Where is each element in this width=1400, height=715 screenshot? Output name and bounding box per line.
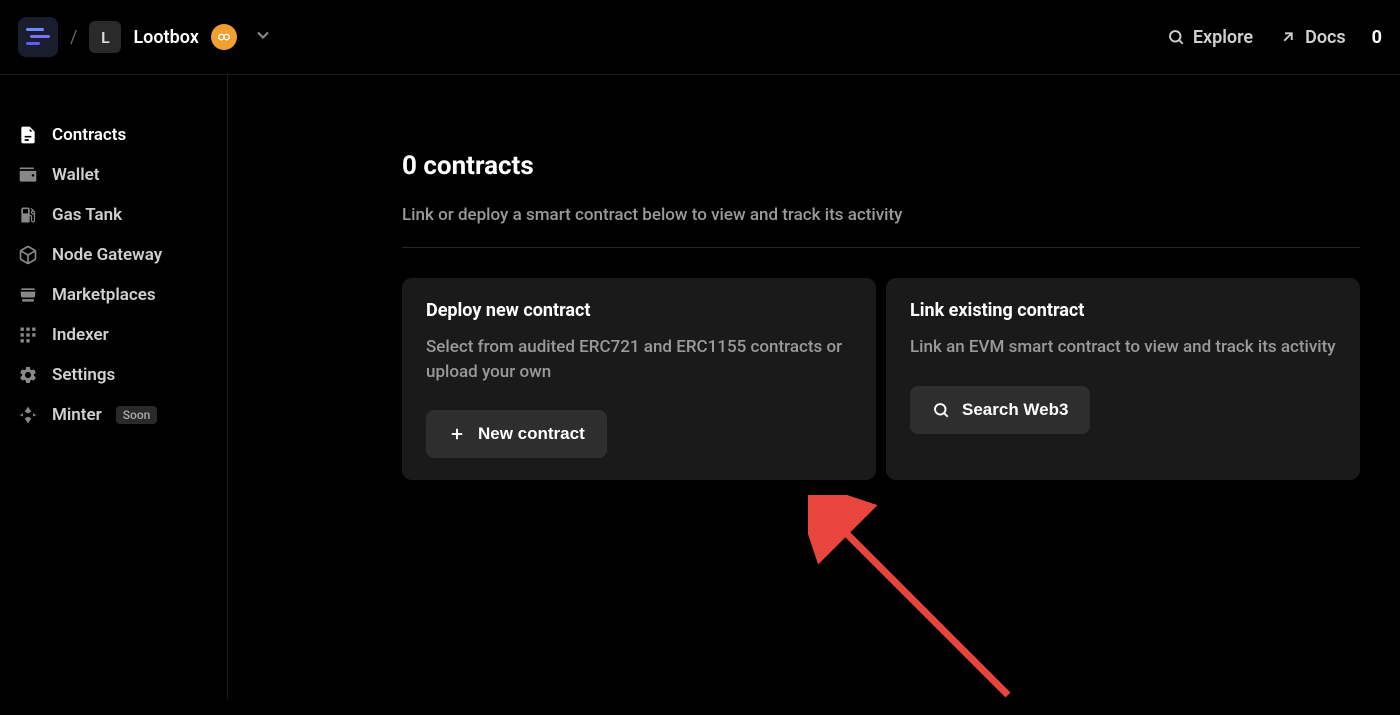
wallet-icon [18,165,38,185]
app-logo[interactable] [18,17,58,57]
card-description: Select from audited ERC721 and ERC1155 c… [426,335,852,384]
sidebar-item-label: Gas Tank [52,205,122,225]
deploy-new-contract-card: Deploy new contract Select from audited … [402,278,876,480]
search-icon [932,401,950,419]
page-title: 0 contracts [402,151,1360,181]
link-existing-contract-card: Link existing contract Link an EVM smart… [886,278,1360,480]
header-right: Explore Docs 0 [1167,27,1382,48]
page-subtitle: Link or deploy a smart contract below to… [402,205,1360,225]
divider [402,247,1360,248]
card-title: Link existing contract [910,300,1336,321]
sidebar-item-label: Marketplaces [52,285,156,305]
breadcrumb-separator: / [70,27,77,48]
node-gateway-icon [18,245,38,265]
sidebar-item-label: Settings [52,365,115,385]
marketplace-icon [18,285,38,305]
credit-count: 0 [1372,27,1382,48]
card-title: Deploy new contract [426,300,852,321]
sidebar-item-label: Indexer [52,325,109,345]
external-link-icon [1279,28,1297,46]
sidebar: Contracts Wallet Gas Tank Node Gateway M… [0,75,228,699]
sidebar-item-label: Minter [52,405,102,425]
explore-link[interactable]: Explore [1167,27,1253,48]
project-dropdown-chevron[interactable] [253,25,273,49]
new-contract-button[interactable]: New contract [426,410,607,458]
project-avatar: L [89,21,121,53]
sidebar-item-settings[interactable]: Settings [0,355,227,395]
project-name[interactable]: Lootbox [133,27,198,48]
search-icon [1167,28,1185,46]
button-label: New contract [478,424,585,444]
indexer-icon [18,325,38,345]
card-description: Link an EVM smart contract to view and t… [910,335,1336,360]
sidebar-item-label: Node Gateway [52,245,162,265]
sidebar-item-marketplaces[interactable]: Marketplaces [0,275,227,315]
button-label: Search Web3 [962,400,1068,420]
gear-icon [18,365,38,385]
contracts-icon [18,125,38,145]
plus-icon [448,425,466,443]
search-web3-button[interactable]: Search Web3 [910,386,1090,434]
docs-link[interactable]: Docs [1279,27,1346,48]
docs-label: Docs [1305,27,1346,48]
explore-label: Explore [1193,27,1253,48]
sidebar-item-indexer[interactable]: Indexer [0,315,227,355]
chain-badge-icon [211,24,237,50]
sidebar-item-node-gateway[interactable]: Node Gateway [0,235,227,275]
sidebar-item-contracts[interactable]: Contracts [0,115,227,155]
minter-icon [18,405,38,425]
gas-tank-icon [18,205,38,225]
sidebar-item-label: Contracts [52,125,126,145]
sidebar-item-gas-tank[interactable]: Gas Tank [0,195,227,235]
sidebar-item-minter[interactable]: Minter Soon [0,395,227,435]
sidebar-item-label: Wallet [52,165,99,185]
main-content: 0 contracts Link or deploy a smart contr… [228,75,1400,699]
soon-badge: Soon [116,406,158,424]
header-left: / L Lootbox [18,17,273,57]
cards-container: Deploy new contract Select from audited … [402,278,1360,480]
sidebar-item-wallet[interactable]: Wallet [0,155,227,195]
header: / L Lootbox Explore Docs 0 [0,0,1400,75]
chevron-down-icon [253,25,273,45]
annotation-arrow-icon [808,495,1028,715]
